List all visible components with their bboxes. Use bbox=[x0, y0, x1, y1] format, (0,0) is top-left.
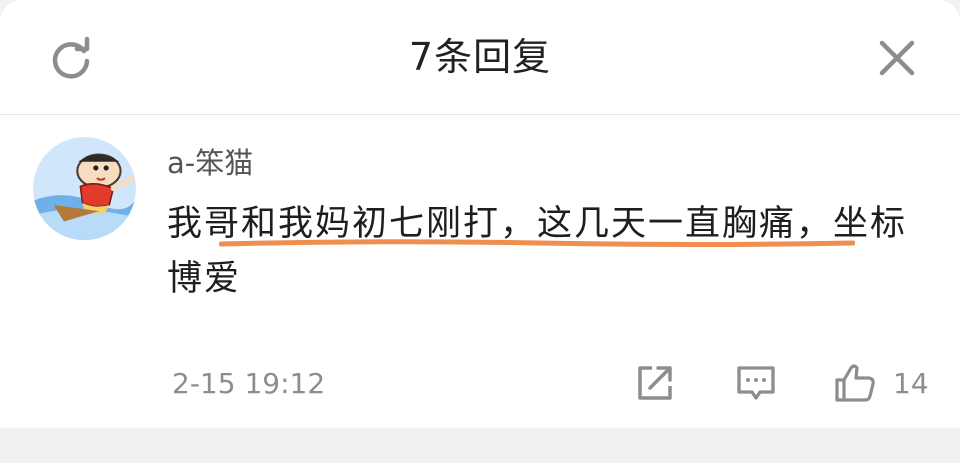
panel-title: 7条回复 bbox=[408, 35, 552, 79]
bottom-sheet-background: 7条回复 a-笨猫 我哥和我妈初七刚打，这几天一直胸痛，坐标博爱 2-15 19… bbox=[0, 0, 960, 463]
reply-username[interactable]: a-笨猫 bbox=[167, 143, 253, 183]
share-icon[interactable] bbox=[634, 362, 676, 404]
like-count: 14 bbox=[893, 367, 929, 400]
thumbs-up-icon[interactable] bbox=[833, 362, 877, 404]
reply-timestamp: 2-15 19:12 bbox=[172, 367, 326, 400]
panel-header: 7条回复 bbox=[0, 0, 960, 115]
user-avatar[interactable] bbox=[33, 137, 136, 240]
close-icon[interactable] bbox=[874, 35, 920, 81]
comment-icon[interactable] bbox=[735, 362, 777, 404]
reply-content: 我哥和我妈初七刚打，这几天一直胸痛，坐标博爱 bbox=[167, 204, 908, 299]
reply-panel: 7条回复 a-笨猫 我哥和我妈初七刚打，这几天一直胸痛，坐标博爱 2-15 19… bbox=[0, 0, 960, 428]
